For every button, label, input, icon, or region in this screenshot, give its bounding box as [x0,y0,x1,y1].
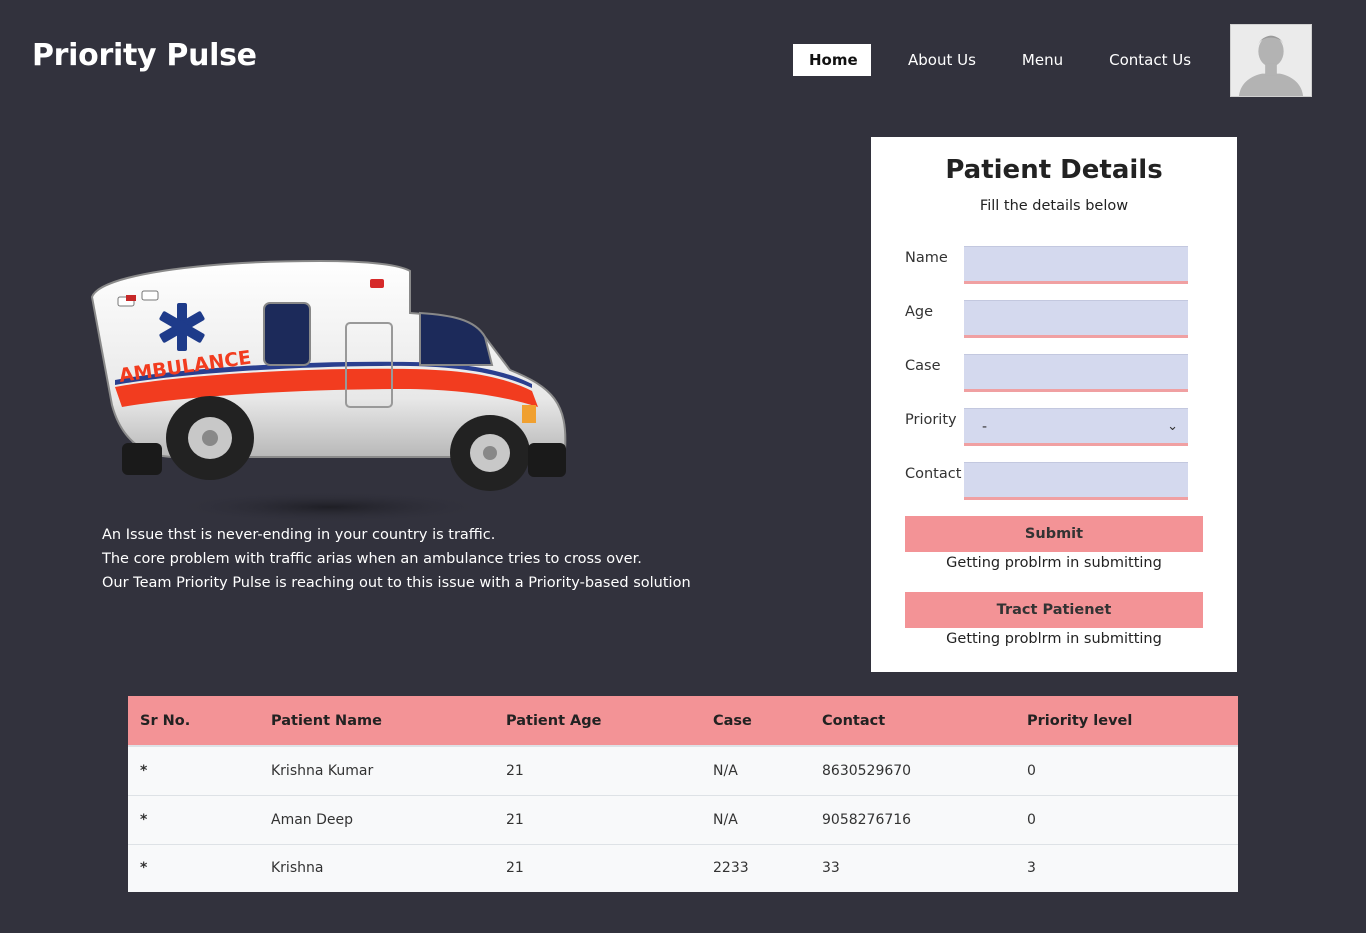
hero-line-1: An Issue thst is never-ending in your co… [102,527,496,543]
contact-input[interactable] [964,462,1188,500]
age-label: Age [905,304,934,320]
name-label: Name [905,250,948,266]
hero-description: An Issue thst is never-ending in your co… [102,523,742,595]
priority-label: Priority [905,412,957,428]
table-cell: Krishna Kumar [271,762,374,779]
name-input[interactable] [964,246,1188,284]
column-header: Case [701,696,810,747]
table-cell: 21 [506,811,524,828]
nav-home[interactable]: Home [793,44,871,76]
table-cell: 8630529670 [822,762,912,779]
priority-selected-value: - [982,419,988,435]
table-row: * Krishna Kumar 21 N/A 8630529670 0 [128,746,1238,795]
table-cell: 2233 [713,860,749,877]
hero-line-3: Our Team Priority Pulse is reaching out … [102,575,691,591]
table-cell: 0 [1027,811,1036,828]
table-row: * Aman Deep 21 N/A 9058276716 0 [128,795,1238,844]
priority-select[interactable]: - ⌄ [964,408,1188,446]
nav-contact-us[interactable]: Contact Us [1109,44,1191,76]
table-cell: N/A [713,811,738,828]
brand-title[interactable]: Priority Pulse [32,38,257,73]
table-cell: 33 [822,860,840,877]
main-nav: Home About Us Menu Contact Us [793,44,1191,76]
table-cell: * [140,860,148,877]
column-header: Priority level [1015,696,1238,747]
table-cell: Krishna [271,860,324,877]
table-cell: 9058276716 [822,811,912,828]
table-cell: * [140,762,148,779]
column-header: Patient Name [259,696,494,747]
page: Priority Pulse Home About Us Menu Contac… [0,0,1366,933]
hero-line-2: The core problem with traffic arias when… [102,551,642,567]
table-cell: * [140,811,148,828]
table-cell: N/A [713,762,738,779]
form-title: Patient Details [945,155,1163,185]
column-header: Patient Age [494,696,701,747]
user-avatar-icon[interactable] [1230,24,1312,97]
case-label: Case [905,358,941,374]
table-row: * Krishna 21 2233 33 3 [128,844,1238,892]
nav-about-us[interactable]: About Us [908,44,976,76]
form-subtitle: Fill the details below [979,198,1129,214]
table-cell: 3 [1027,860,1036,877]
patient-form-card: Patient Details Fill the details below N… [871,137,1237,672]
track-note: Getting problrm in submitting [946,631,1162,647]
table-cell: 0 [1027,762,1036,779]
column-header: Contact [810,696,1015,747]
contact-label: Contact [905,466,962,482]
chevron-down-icon: ⌄ [1167,419,1178,434]
nav-menu[interactable]: Menu [1022,44,1063,76]
patient-table: Sr No. Patient Name Patient Age Case Con… [128,696,1238,892]
submit-note: Getting problrm in submitting [946,555,1162,571]
case-input[interactable] [964,354,1188,392]
table-cell: Aman Deep [271,811,354,828]
column-header: Sr No. [128,696,259,747]
avatar-silhouette [1231,25,1311,96]
table-header-row: Sr No. Patient Name Patient Age Case Con… [128,696,1238,747]
ambulance-icon: AMBULANCE [90,259,567,523]
table-cell: 21 [506,762,524,779]
submit-button[interactable]: Submit [905,516,1203,552]
age-input[interactable] [964,300,1188,338]
table-cell: 21 [506,860,524,877]
ambulance-illustration: AMBULANCE [80,235,580,525]
track-patient-button[interactable]: Tract Patienet [905,592,1203,628]
